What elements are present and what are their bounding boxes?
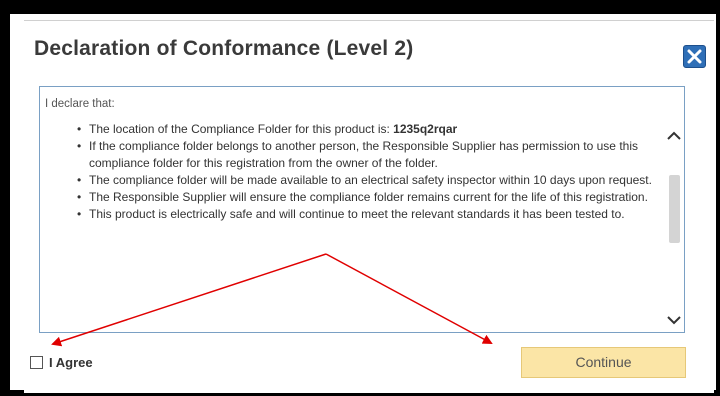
declaration-text: I declare that: The location of the Comp… (45, 96, 655, 223)
statement-item: If the compliance folder belongs to anot… (77, 138, 655, 172)
continue-button[interactable]: Continue (521, 347, 686, 378)
chevron-up-icon (667, 131, 681, 140)
scroll-up-button[interactable] (664, 127, 684, 145)
statement-item: The location of the Compliance Folder fo… (77, 121, 655, 138)
agree-label: I Agree (49, 355, 93, 370)
close-icon (687, 49, 702, 64)
statement-item: The compliance folder will be made avail… (77, 172, 655, 189)
chevron-down-icon (667, 316, 681, 325)
scroll-down-button[interactable] (664, 311, 684, 329)
intro-text: I declare that: (45, 98, 115, 110)
statement-item: The Responsible Supplier will ensure the… (77, 189, 655, 206)
declaration-dialog: Declaration of Conformance (Level 2) I d… (24, 20, 714, 393)
agree-checkbox-row[interactable]: I Agree (30, 355, 93, 370)
close-button[interactable] (683, 45, 706, 68)
screenshot-frame: Declaration of Conformance (Level 2) I d… (10, 14, 716, 393)
statement-list: The location of the Compliance Folder fo… (45, 121, 655, 223)
scrollbar-thumb[interactable] (669, 175, 680, 243)
dialog-title: Declaration of Conformance (Level 2) (34, 37, 414, 60)
agree-checkbox[interactable] (30, 356, 43, 369)
compliance-folder-id: 1235q2rqar (393, 122, 458, 136)
statement-item: This product is electrically safe and wi… (77, 206, 655, 223)
declaration-scroll-box[interactable]: I declare that: The location of the Comp… (39, 86, 685, 333)
